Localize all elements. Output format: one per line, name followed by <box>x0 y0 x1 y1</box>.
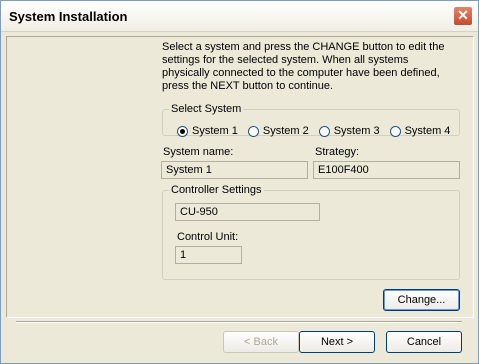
window-title: System Installation <box>9 9 128 24</box>
radio-system-3[interactable]: System 3 <box>318 125 380 137</box>
next-button[interactable]: Next > <box>299 331 375 353</box>
radio-system-4[interactable]: System 4 <box>389 125 451 137</box>
radio-label: System 1 <box>192 125 238 137</box>
strategy-field: E100F400 <box>313 161 460 179</box>
radio-dot <box>389 125 401 137</box>
system-name-field: System 1 <box>161 161 308 179</box>
radio-dot <box>247 125 259 137</box>
close-icon[interactable]: ✕ <box>453 6 473 26</box>
title-bar: System Installation ✕ <box>1 1 478 32</box>
cancel-button[interactable]: Cancel <box>386 331 462 353</box>
system-name-label: System name: <box>163 146 234 158</box>
back-button[interactable]: < Back <box>223 331 299 353</box>
radio-dot-checked <box>177 125 188 137</box>
controller-type-field: CU-950 <box>175 203 320 221</box>
controller-settings-legend: Controller Settings <box>171 184 262 196</box>
select-system-legend: Select System <box>171 103 242 115</box>
radio-label: System 3 <box>333 125 380 137</box>
radio-dot <box>318 125 330 137</box>
radio-system-1[interactable]: System 1 <box>177 125 238 137</box>
system-installation-window: System Installation ✕ Select a system an… <box>0 0 479 364</box>
radio-label: System 4 <box>404 125 451 137</box>
select-system-group: Select System System 1 System 2 System 3… <box>162 103 460 137</box>
radio-system-2[interactable]: System 2 <box>247 125 309 137</box>
change-button[interactable]: Change... <box>383 289 460 311</box>
control-unit-label: Control Unit: <box>177 231 239 243</box>
control-unit-field: 1 <box>175 246 242 264</box>
radio-label: System 2 <box>262 125 309 137</box>
instructions-text: Select a system and press the CHANGE but… <box>162 41 445 92</box>
divider <box>16 321 462 323</box>
strategy-label: Strategy: <box>315 146 360 158</box>
